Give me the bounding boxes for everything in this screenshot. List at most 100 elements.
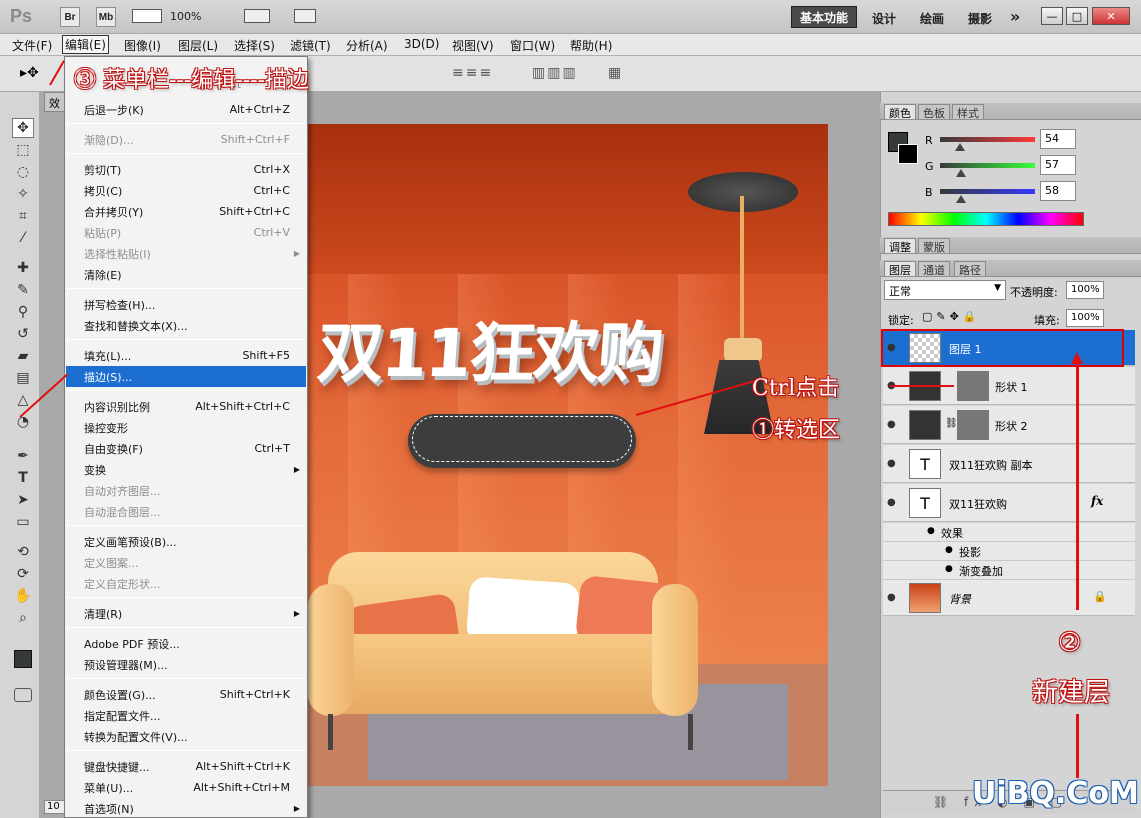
- eye-icon[interactable]: ●: [887, 458, 896, 469]
- b-value-input[interactable]: 58: [1040, 181, 1076, 201]
- eye-icon[interactable]: ●: [887, 497, 896, 508]
- g-value-input[interactable]: 57: [1040, 155, 1076, 175]
- move-tool-icon[interactable]: ✥: [12, 118, 34, 138]
- clone-stamp-icon[interactable]: ⚲: [12, 302, 34, 322]
- menu-item-transform[interactable]: 变换 ▶: [66, 459, 306, 480]
- workspace-essentials-button[interactable]: 基本功能: [791, 6, 857, 28]
- menu-item-clear[interactable]: 清除(E): [66, 264, 306, 285]
- 3d-rotate-icon[interactable]: ⟲: [12, 542, 34, 562]
- marquee-tool-icon[interactable]: ⬚: [12, 140, 34, 160]
- menu-item-pdf-presets[interactable]: Adobe PDF 预设...: [66, 633, 306, 654]
- tab-masks[interactable]: 蒙版: [918, 238, 950, 254]
- eye-icon[interactable]: ●: [927, 526, 935, 536]
- blend-mode-select[interactable]: 正常 ▼: [884, 280, 1006, 300]
- lasso-tool-icon[interactable]: ◌: [12, 162, 34, 182]
- opacity-input[interactable]: 100%: [1066, 281, 1104, 299]
- zoom-level[interactable]: 100%: [170, 10, 201, 23]
- menu-item-fill[interactable]: 填充(L)... Shift+F5: [66, 345, 306, 366]
- crop-tool-icon[interactable]: ⌗: [12, 206, 34, 226]
- eraser-tool-icon[interactable]: ▰: [12, 346, 34, 366]
- slider-b-thumb[interactable]: [956, 195, 966, 203]
- menu-item-step-backward[interactable]: 后退一步(K) Alt+Ctrl+Z: [66, 99, 306, 120]
- menu-item-free-transform[interactable]: 自由变换(F) Ctrl+T: [66, 438, 306, 459]
- type-tool-icon[interactable]: T: [12, 468, 34, 488]
- zoom-tool-icon[interactable]: ⌕: [12, 608, 34, 628]
- bridge-button[interactable]: Br: [60, 7, 80, 27]
- menu-item-cut[interactable]: 剪切(T) Ctrl+X: [66, 159, 306, 180]
- menu-window[interactable]: 窗口(W): [510, 37, 555, 54]
- distribute-top-icon[interactable]: ≡≡≡: [452, 65, 493, 81]
- effect-row[interactable]: ● 投影: [883, 542, 1135, 561]
- tab-adjustments[interactable]: 调整: [884, 238, 916, 254]
- menu-item-convert-profile[interactable]: 转换为配置文件(V)...: [66, 726, 306, 747]
- workspace-painting[interactable]: 绘画: [920, 10, 944, 27]
- tab-paths[interactable]: 路径: [954, 261, 986, 277]
- close-icon[interactable]: ✕: [1092, 7, 1130, 25]
- menu-help[interactable]: 帮助(H): [570, 37, 612, 54]
- doc-zoom-field[interactable]: 10: [44, 800, 66, 814]
- menu-3d[interactable]: 3D(D): [404, 37, 439, 51]
- mini-bridge-button[interactable]: Mb: [96, 7, 116, 27]
- slider-g[interactable]: [940, 163, 1035, 168]
- bg-color-swatch[interactable]: [898, 144, 918, 164]
- slider-r-thumb[interactable]: [955, 143, 965, 151]
- path-selection-icon[interactable]: ➤: [12, 490, 34, 510]
- r-value-input[interactable]: 54: [1040, 129, 1076, 149]
- menu-layer[interactable]: 图层(L): [178, 37, 218, 54]
- effect-row[interactable]: ● 渐变叠加: [883, 561, 1135, 580]
- screen-mode-icon[interactable]: [294, 9, 316, 23]
- menu-item-copy-merged[interactable]: 合并拷贝(Y) Shift+Ctrl+C: [66, 201, 306, 222]
- arrange-documents-icon[interactable]: [244, 9, 270, 23]
- slider-g-thumb[interactable]: [956, 169, 966, 177]
- eye-icon[interactable]: ●: [945, 545, 953, 555]
- view-extras-icon[interactable]: [132, 9, 162, 23]
- quick-selection-tool-icon[interactable]: ✧: [12, 184, 34, 204]
- minimize-icon[interactable]: —: [1041, 7, 1063, 25]
- menu-item-preferences[interactable]: 首选项(N) ▶: [66, 798, 306, 817]
- fill-input[interactable]: 100%: [1066, 309, 1104, 327]
- layer-row[interactable]: ● 背景 🔒: [883, 580, 1135, 616]
- auto-align-icon[interactable]: ▦: [608, 65, 623, 81]
- gradient-tool-icon[interactable]: ▤: [12, 368, 34, 388]
- menu-item-color-settings[interactable]: 颜色设置(G)... Shift+Ctrl+K: [66, 684, 306, 705]
- menu-item-find-replace[interactable]: 查找和替换文本(X)...: [66, 315, 306, 336]
- tab-color[interactable]: 颜色: [884, 104, 916, 120]
- move-tool-preset-icon[interactable]: ▸✥: [20, 65, 39, 81]
- color-spectrum-bar[interactable]: [888, 212, 1084, 226]
- workspace-design[interactable]: 设计: [872, 10, 896, 27]
- menu-edit[interactable]: 编辑(E): [62, 35, 109, 54]
- foreground-color-swatch[interactable]: [14, 650, 32, 668]
- menu-file[interactable]: 文件(F): [12, 37, 52, 54]
- quick-mask-icon[interactable]: [14, 688, 32, 702]
- menu-item-assign-profile[interactable]: 指定配置文件...: [66, 705, 306, 726]
- layer-row[interactable]: ● ⛓ 形状 2: [883, 406, 1135, 444]
- menu-item-check-spelling[interactable]: 拼写检查(H)...: [66, 294, 306, 315]
- menu-item-keyboard-shortcuts[interactable]: 键盘快捷键... Alt+Shift+Ctrl+K: [66, 756, 306, 777]
- hand-tool-icon[interactable]: ✋: [12, 586, 34, 606]
- layer-row[interactable]: ● T 双11狂欢购 fx: [883, 484, 1135, 522]
- layer-row[interactable]: ● T 双11狂欢购 副本: [883, 445, 1135, 483]
- menu-analysis[interactable]: 分析(A): [346, 37, 388, 54]
- slider-r[interactable]: [940, 137, 1035, 142]
- maximize-icon[interactable]: □: [1066, 7, 1088, 25]
- menu-item-stroke[interactable]: 描边(S)...: [66, 366, 306, 387]
- menu-item-define-brush[interactable]: 定义画笔预设(B)...: [66, 531, 306, 552]
- eye-icon[interactable]: ●: [887, 419, 896, 430]
- tab-styles[interactable]: 样式: [952, 104, 984, 120]
- workspace-photography[interactable]: 摄影: [968, 10, 992, 27]
- menu-image[interactable]: 图像(I): [124, 37, 161, 54]
- menu-item-content-aware-scale[interactable]: 内容识别比例 Alt+Shift+Ctrl+C: [66, 396, 306, 417]
- eyedropper-tool-icon[interactable]: ⁄: [12, 228, 34, 248]
- menu-item-preset-manager[interactable]: 预设管理器(M)...: [66, 654, 306, 675]
- eye-icon[interactable]: ●: [945, 564, 953, 574]
- healing-brush-icon[interactable]: ✚: [12, 258, 34, 278]
- shape-tool-icon[interactable]: ▭: [12, 512, 34, 532]
- effects-row[interactable]: ● 效果: [883, 523, 1135, 542]
- slider-b[interactable]: [940, 189, 1035, 194]
- eye-icon[interactable]: ●: [887, 592, 896, 603]
- menu-item-menus[interactable]: 菜单(U)... Alt+Shift+Ctrl+M: [66, 777, 306, 798]
- menu-item-purge[interactable]: 清理(R) ▶: [66, 603, 306, 624]
- tab-swatches[interactable]: 色板: [918, 104, 950, 120]
- menu-item-puppet-warp[interactable]: 操控变形: [66, 417, 306, 438]
- history-brush-icon[interactable]: ↺: [12, 324, 34, 344]
